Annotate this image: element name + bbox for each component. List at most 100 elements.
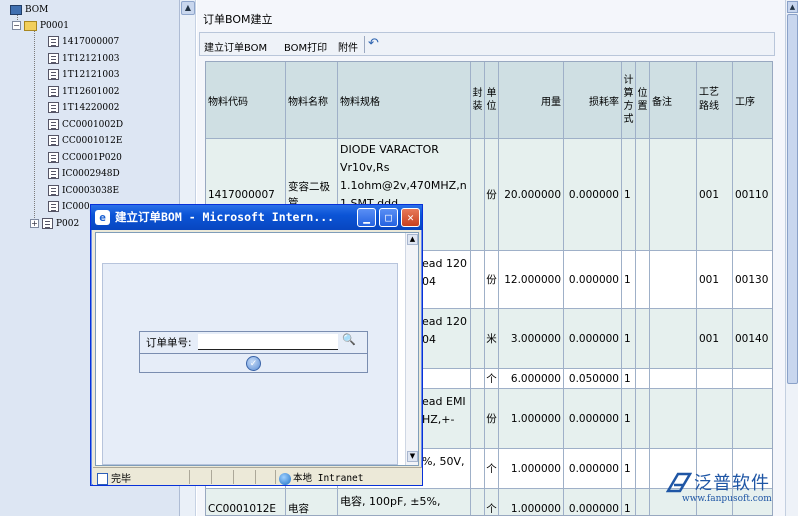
logo-name: 泛普软件 (694, 473, 770, 494)
table-cell (636, 369, 650, 389)
table-cell: 个 (485, 489, 499, 515)
document-icon (48, 102, 59, 113)
expand-icon[interactable]: + (30, 219, 39, 228)
table-cell: 1 (622, 251, 636, 309)
maximize-button[interactable]: □ (379, 208, 398, 227)
tree-item[interactable]: CC0001012E (48, 133, 122, 149)
column-header: 工艺路线 (697, 62, 733, 139)
table-cell: 3.000000 (499, 309, 564, 369)
document-icon (48, 119, 59, 130)
status-divider (275, 470, 276, 484)
status-zone: 本地 Intranet (279, 470, 363, 485)
table-cell: 1 (622, 309, 636, 369)
tree-item[interactable]: IC0002948D (48, 166, 120, 182)
scroll-up-icon[interactable]: ▲ (787, 1, 798, 13)
order-form: 订单单号: 🔍 ✓ (139, 331, 368, 373)
table-cell: 电容 (286, 489, 338, 515)
document-icon (48, 185, 59, 196)
scroll-thumb[interactable] (787, 14, 798, 384)
table-cell (636, 489, 650, 515)
tree-item[interactable]: 1T14220002 (48, 100, 120, 116)
table-cell (733, 389, 772, 449)
popup-content: 订单单号: 🔍 ✓ ▲ ▼ (95, 232, 419, 466)
search-icon[interactable]: 🔍 (342, 333, 356, 347)
column-header: 物料规格 (338, 62, 471, 139)
order-number-label: 订单单号: (146, 337, 192, 349)
document-icon (48, 86, 59, 97)
table-cell: 12.000000 (499, 251, 564, 309)
document-icon (48, 201, 59, 212)
table-cell: 份 (485, 389, 499, 449)
status-divider (211, 470, 212, 484)
popup-scrollbar[interactable]: ▲ ▼ (405, 233, 418, 465)
attachment-button[interactable]: 附件 (338, 39, 358, 54)
tree-item[interactable]: CC0001P020 (48, 150, 122, 166)
table-cell (636, 309, 650, 369)
bom-print-button[interactable]: BOM打印 (284, 39, 327, 54)
scroll-up-icon[interactable]: ▲ (407, 234, 418, 245)
tree-item[interactable]: IC0003038E (48, 183, 119, 199)
table-cell: 1 (622, 139, 636, 251)
return-icon[interactable]: ↶ (368, 36, 384, 52)
column-header: 用量 (499, 62, 564, 139)
close-button[interactable]: ✕ (401, 208, 420, 227)
confirm-icon[interactable]: ✓ (246, 356, 261, 371)
scroll-down-icon[interactable]: ▼ (407, 451, 418, 462)
tree-item[interactable]: 1T12121003 (48, 67, 120, 83)
popup-title: 建立订单BOM - Microsoft Intern... (115, 210, 335, 224)
table-cell (733, 369, 772, 389)
scroll-up-icon[interactable]: ▲ (181, 1, 195, 15)
globe-icon (279, 472, 291, 485)
table-cell: 1 (622, 489, 636, 515)
column-header: 物料名称 (286, 62, 338, 139)
computer-icon (10, 4, 22, 15)
tree-item[interactable]: IC000 (48, 199, 90, 215)
popup-title-bar[interactable]: e 建立订单BOM - Microsoft Intern... ▁ □ ✕ (91, 205, 422, 230)
table-cell (697, 389, 733, 449)
tree-group-label: P0001 (40, 21, 69, 31)
table-cell: 0.000000 (564, 389, 622, 449)
table-cell (471, 251, 485, 309)
tree-item[interactable]: 1T12601002 (48, 84, 120, 100)
table-cell: 0.000000 (564, 251, 622, 309)
table-cell (650, 389, 697, 449)
table-cell: 电容, 100pF, ±5%, 50V, 0402 (338, 489, 471, 515)
table-cell: 001 (697, 251, 733, 309)
table-cell: 1 (622, 369, 636, 389)
table-cell: 0.000000 (564, 489, 622, 515)
table-cell: 6.000000 (499, 369, 564, 389)
tree-item-collapsed[interactable]: + P002 (30, 216, 79, 232)
table-cell: 1.000000 (499, 489, 564, 515)
document-icon (48, 53, 59, 64)
status-divider (189, 470, 190, 484)
table-cell (471, 489, 485, 515)
table-cell: 0.000000 (564, 139, 622, 251)
main-scrollbar[interactable]: ▲ (785, 0, 798, 516)
form-area: 订单单号: 🔍 ✓ (102, 263, 398, 465)
tree-node-group[interactable]: − P0001 (12, 18, 69, 34)
tree-item[interactable]: CC0001002D (48, 117, 123, 133)
table-cell: 0.050000 (564, 369, 622, 389)
brand-logo: 泛普软件 www.fanpusoft.com (666, 470, 792, 510)
order-number-input[interactable] (198, 334, 338, 350)
table-cell: 20.000000 (499, 139, 564, 251)
tree-item[interactable]: 1T12121003 (48, 51, 120, 67)
minimize-button[interactable]: ▁ (357, 208, 376, 227)
page-icon (97, 473, 108, 485)
collapse-icon[interactable]: − (12, 21, 21, 30)
table-cell (650, 309, 697, 369)
column-header: 单位 (485, 62, 499, 139)
table-cell (471, 369, 485, 389)
table-cell (650, 139, 697, 251)
create-bom-button[interactable]: 建立订单BOM (204, 39, 267, 54)
table-cell (636, 449, 650, 489)
status-done: 完毕 (97, 470, 131, 485)
form-divider (140, 353, 367, 354)
tree-item[interactable]: 1417000007 (48, 34, 119, 50)
table-cell (471, 449, 485, 489)
toolbar: 建立订单BOM BOM打印 附件 ↶ (199, 32, 775, 56)
table-cell: 米 (485, 309, 499, 369)
table-cell (636, 389, 650, 449)
tree-node-root[interactable]: BOM (10, 2, 48, 18)
table-cell: 个 (485, 449, 499, 489)
